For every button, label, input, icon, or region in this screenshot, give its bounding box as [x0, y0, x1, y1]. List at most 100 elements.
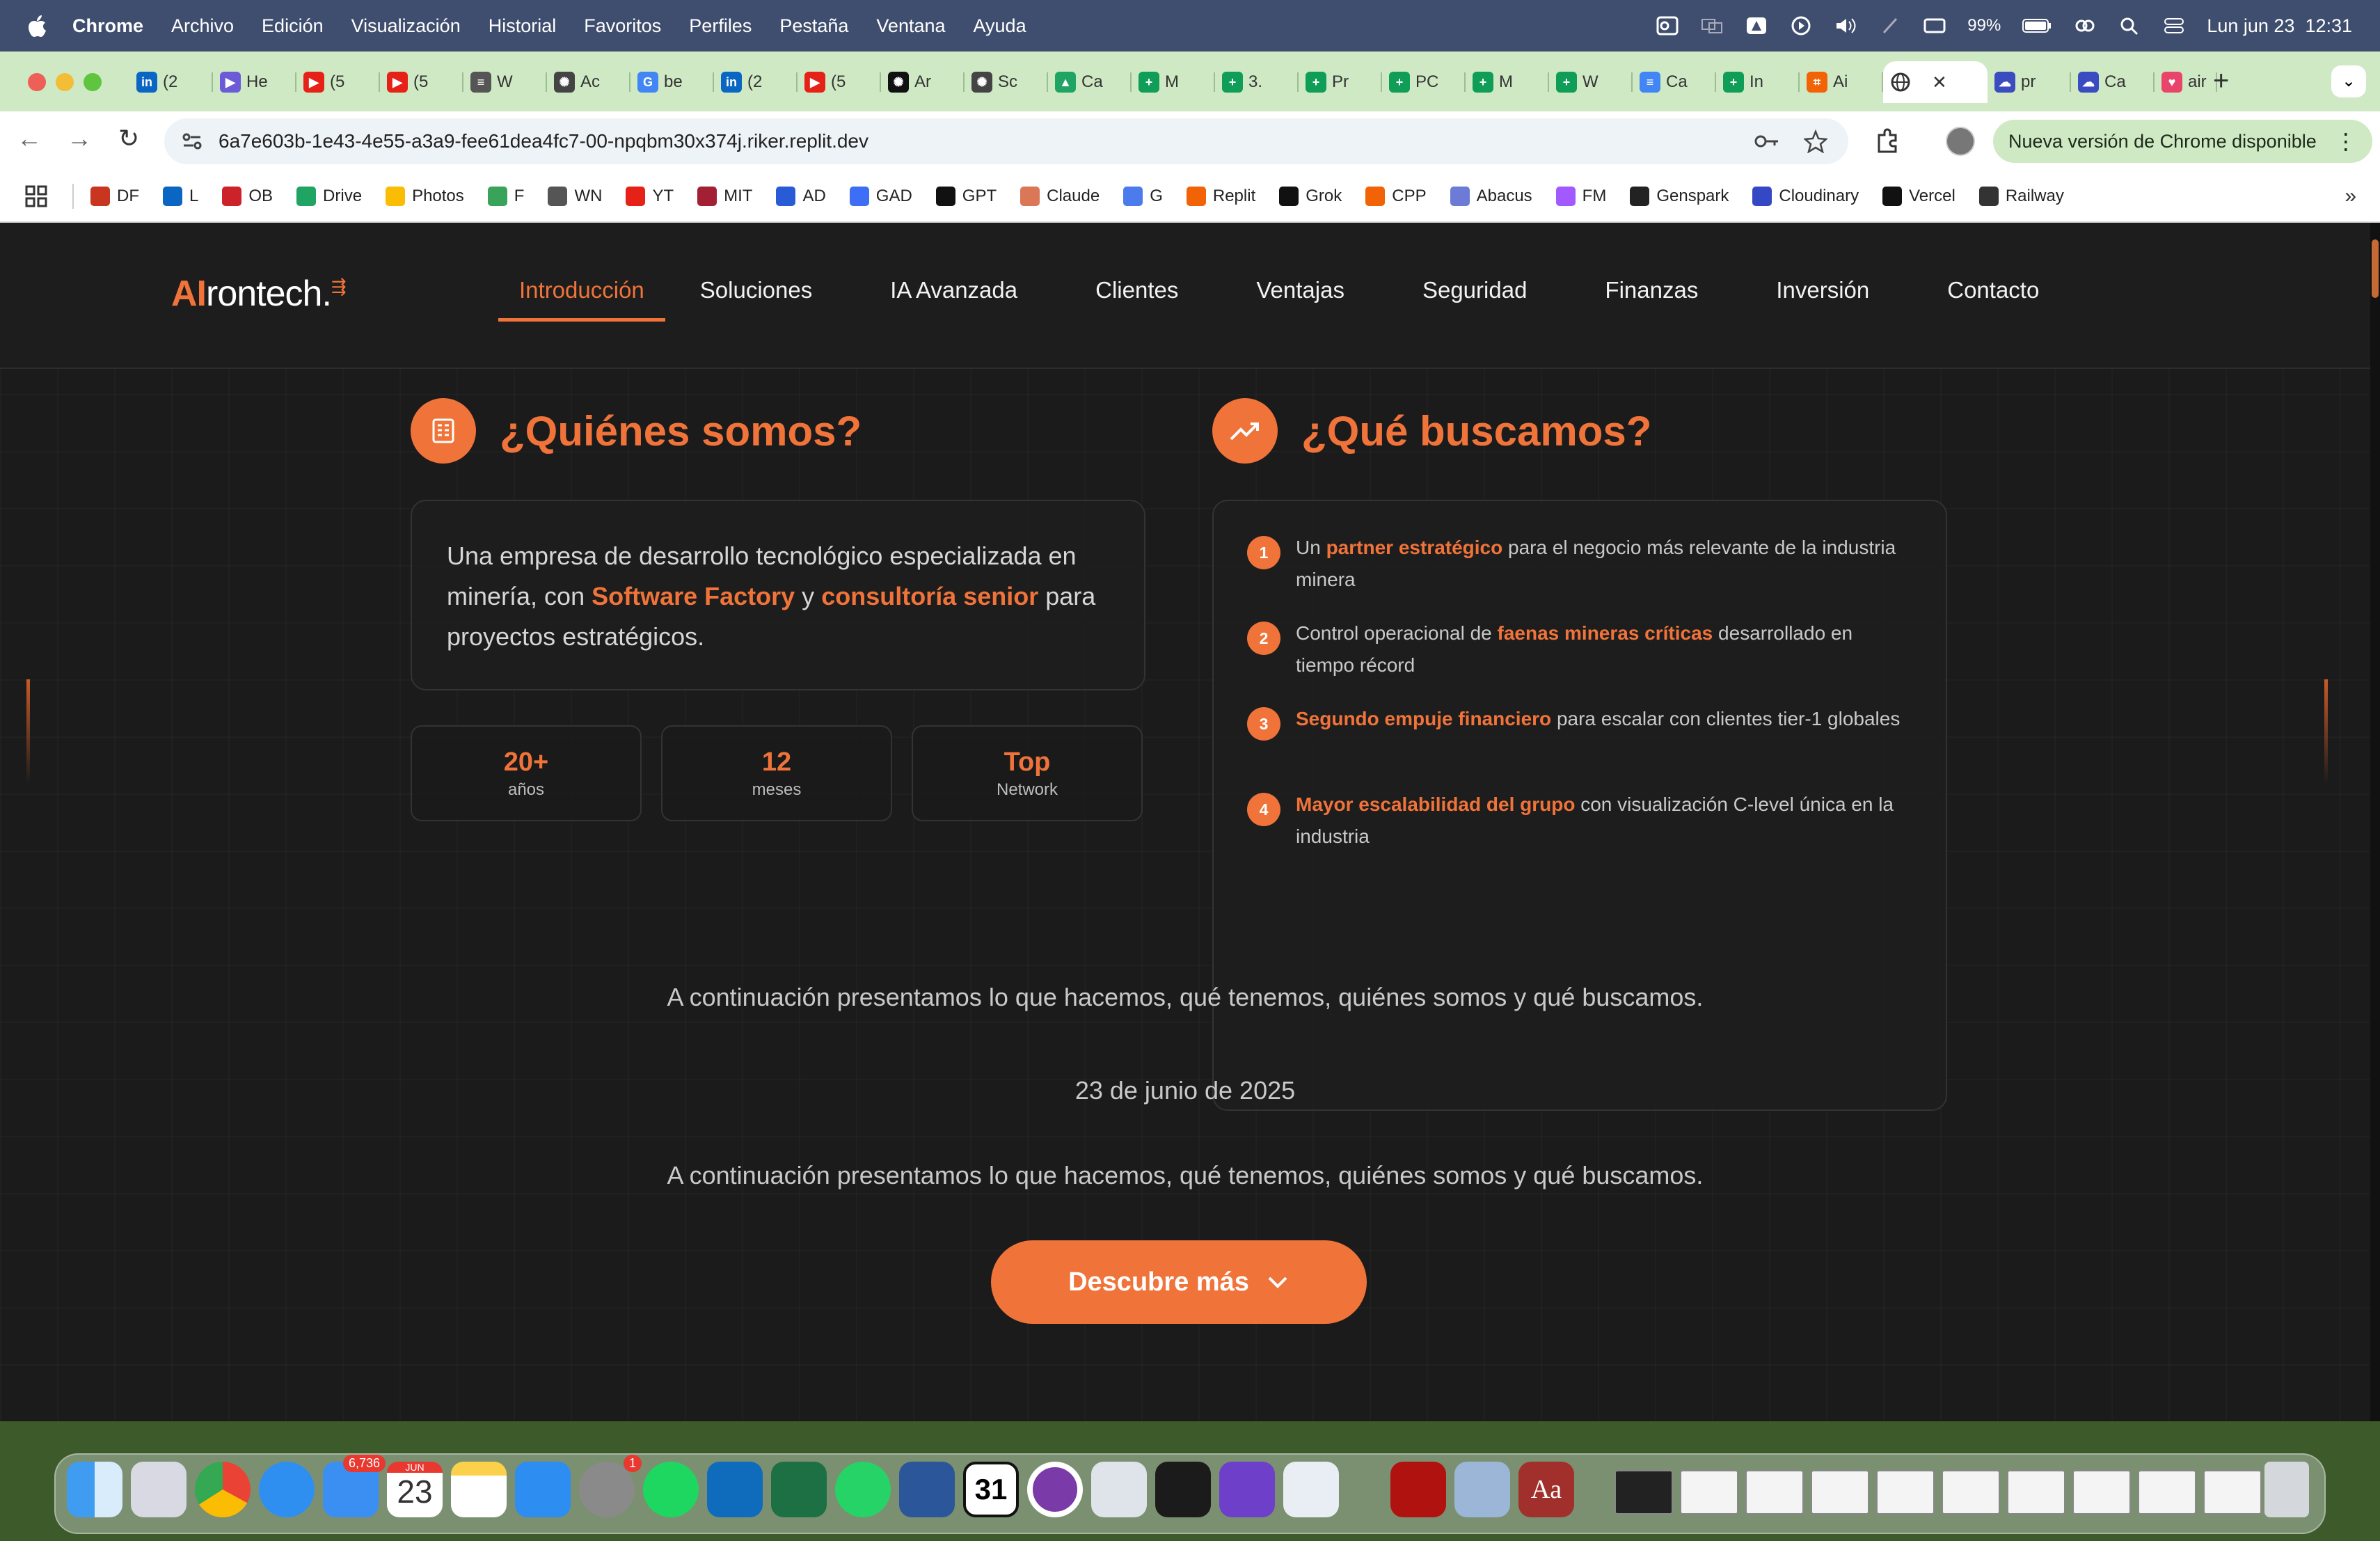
bookmark-star-icon[interactable]	[1804, 129, 1827, 153]
menu-ayuda[interactable]: Ayuda	[974, 15, 1026, 37]
minimize-window-button[interactable]	[56, 73, 74, 91]
wifi-off-icon[interactable]	[1878, 15, 1902, 36]
battery-icon[interactable]	[2022, 15, 2052, 36]
mail-icon[interactable]: 6,736	[323, 1455, 386, 1517]
bookmark-item[interactable]: AD	[776, 187, 826, 206]
close-window-button[interactable]	[28, 73, 46, 91]
tab-7[interactable]: in (2	[714, 61, 798, 103]
key-icon[interactable]	[1754, 131, 1782, 152]
airontech-logo[interactable]: AIrontech.⇶	[171, 273, 347, 315]
nav-seguridad[interactable]: Seguridad	[1422, 271, 1527, 322]
control-center-icon[interactable]	[2162, 15, 2186, 36]
nav-contacto[interactable]: Contacto	[1947, 271, 2039, 322]
safari-icon[interactable]	[259, 1462, 315, 1517]
bookmark-item[interactable]: OB	[222, 187, 273, 206]
bookmark-item[interactable]: L	[163, 187, 198, 206]
keyboard-icon[interactable]	[1923, 15, 1946, 36]
menu-visualizacion[interactable]: Visualización	[351, 15, 461, 37]
bookmark-item[interactable]: Railway	[1978, 187, 2064, 206]
tab-5[interactable]: ✺ Ac	[547, 61, 630, 103]
forward-button[interactable]: →	[67, 124, 92, 153]
reload-button[interactable]: ↻	[118, 124, 139, 153]
vscode-icon[interactable]	[1283, 1462, 1339, 1517]
search-icon[interactable]	[2118, 15, 2141, 36]
window-thumbnail[interactable]	[2138, 1470, 2196, 1515]
tab-15[interactable]: + PC	[1382, 61, 1466, 103]
dictionary-icon[interactable]: Aa	[1518, 1462, 1574, 1517]
bookmark-item[interactable]: Grok	[1279, 187, 1342, 206]
window-thumbnail[interactable]	[2072, 1470, 2131, 1515]
menu-favoritos[interactable]: Favoritos	[584, 15, 661, 37]
bookmark-item[interactable]: Claude	[1020, 187, 1100, 206]
nav-inversion[interactable]: Inversión	[1776, 271, 1869, 322]
window-thumbnail[interactable]	[1811, 1470, 1869, 1515]
tab-16[interactable]: + M	[1466, 61, 1549, 103]
acrobat-icon[interactable]	[1390, 1462, 1446, 1517]
tab-14[interactable]: + Pr	[1299, 61, 1382, 103]
window-thumbnail[interactable]	[1615, 1470, 1673, 1515]
finder-icon[interactable]	[67, 1462, 122, 1517]
date-icon[interactable]: 31	[963, 1462, 1019, 1517]
chrome-update-button[interactable]: Nueva versión de Chrome disponible ⋮	[1993, 120, 2372, 163]
play-icon[interactable]	[1789, 15, 1813, 36]
bookmark-item[interactable]: Vercel	[1882, 187, 1955, 206]
bookmark-item[interactable]: DF	[90, 187, 139, 206]
bookmark-item[interactable]: GAD	[849, 187, 912, 206]
bookmark-item[interactable]: G	[1123, 187, 1163, 206]
menubar-clock[interactable]: Lun jun 23 12:31	[2207, 15, 2352, 37]
discover-more-button[interactable]: Descubre más	[991, 1240, 1367, 1324]
volume-icon[interactable]	[1834, 15, 1857, 36]
nav-clientes[interactable]: Clientes	[1095, 271, 1178, 322]
extensions-icon[interactable]	[1875, 128, 1900, 153]
tab-19[interactable]: + In	[1716, 61, 1800, 103]
bookmark-item[interactable]: F	[487, 187, 524, 206]
nav-ia-avanzada[interactable]: IA Avanzada	[890, 271, 1017, 322]
whatsapp-icon[interactable]	[835, 1462, 891, 1517]
nav-introduccion[interactable]: Introducción	[498, 271, 665, 322]
bookmark-item[interactable]: GPT	[935, 187, 997, 206]
more-bookmarks-icon[interactable]: »	[2345, 184, 2356, 208]
nav-ventajas[interactable]: Ventajas	[1256, 271, 1344, 322]
github-icon[interactable]	[1219, 1462, 1275, 1517]
window-thumbnail[interactable]	[2203, 1470, 2262, 1515]
tab-18[interactable]: ≡ Ca	[1633, 61, 1716, 103]
tab-10[interactable]: ✺ Sc	[965, 61, 1048, 103]
tab-22[interactable]: ☁ Ca	[2071, 61, 2155, 103]
window-thumbnail[interactable]	[1745, 1470, 1804, 1515]
bookmark-item[interactable]: Drive	[296, 187, 362, 206]
window-thumbnail[interactable]	[1942, 1470, 2000, 1515]
tab-4[interactable]: ≡ W	[463, 61, 547, 103]
url-text[interactable]: 6a7e603b-1e43-4e55-a3a9-fee61dea4fc7-00-…	[219, 130, 868, 152]
window-thumbnail[interactable]	[2007, 1470, 2065, 1515]
bookmark-item[interactable]: Genspark	[1630, 187, 1729, 206]
bookmark-item[interactable]: WN	[548, 187, 602, 206]
drive-status-icon[interactable]	[1745, 15, 1768, 36]
tab-8[interactable]: ▶ (5	[798, 61, 881, 103]
bookmark-item[interactable]: FM	[1555, 187, 1606, 206]
scrollbar-thumb[interactable]	[2372, 239, 2379, 298]
bookmark-item[interactable]: MIT	[697, 187, 752, 206]
tab-23[interactable]: ♥ air	[2155, 61, 2217, 103]
bookmark-item[interactable]: Replit	[1186, 187, 1255, 206]
tab-search-button[interactable]: ⌄	[2331, 65, 2366, 97]
bookmark-item[interactable]: YT	[626, 187, 674, 206]
link-icon[interactable]	[2073, 15, 2097, 36]
bookmark-item[interactable]: Cloudinary	[1752, 187, 1859, 206]
menu-perfiles[interactable]: Perfiles	[689, 15, 752, 37]
outlook-status-icon[interactable]	[1656, 15, 1679, 36]
notes-icon[interactable]	[451, 1462, 507, 1517]
tab-20[interactable]: ⌗ Ai	[1800, 61, 1883, 103]
menu-archivo[interactable]: Archivo	[171, 15, 234, 37]
back-button[interactable]: ←	[17, 124, 42, 153]
window-thumbnail[interactable]	[1680, 1470, 1738, 1515]
screen-recorder-icon[interactable]	[1027, 1462, 1083, 1517]
preview-icon[interactable]	[1454, 1462, 1510, 1517]
keynote-icon[interactable]	[515, 1462, 571, 1517]
apps-grid-icon[interactable]	[25, 185, 47, 207]
menu-edicion[interactable]: Edición	[262, 15, 324, 37]
apple-icon[interactable]	[26, 14, 47, 38]
trash-icon[interactable]	[2264, 1462, 2309, 1517]
profile-avatar[interactable]	[1946, 127, 1975, 156]
tab-1[interactable]: ▶ He	[213, 61, 296, 103]
spotify-icon[interactable]	[643, 1462, 699, 1517]
